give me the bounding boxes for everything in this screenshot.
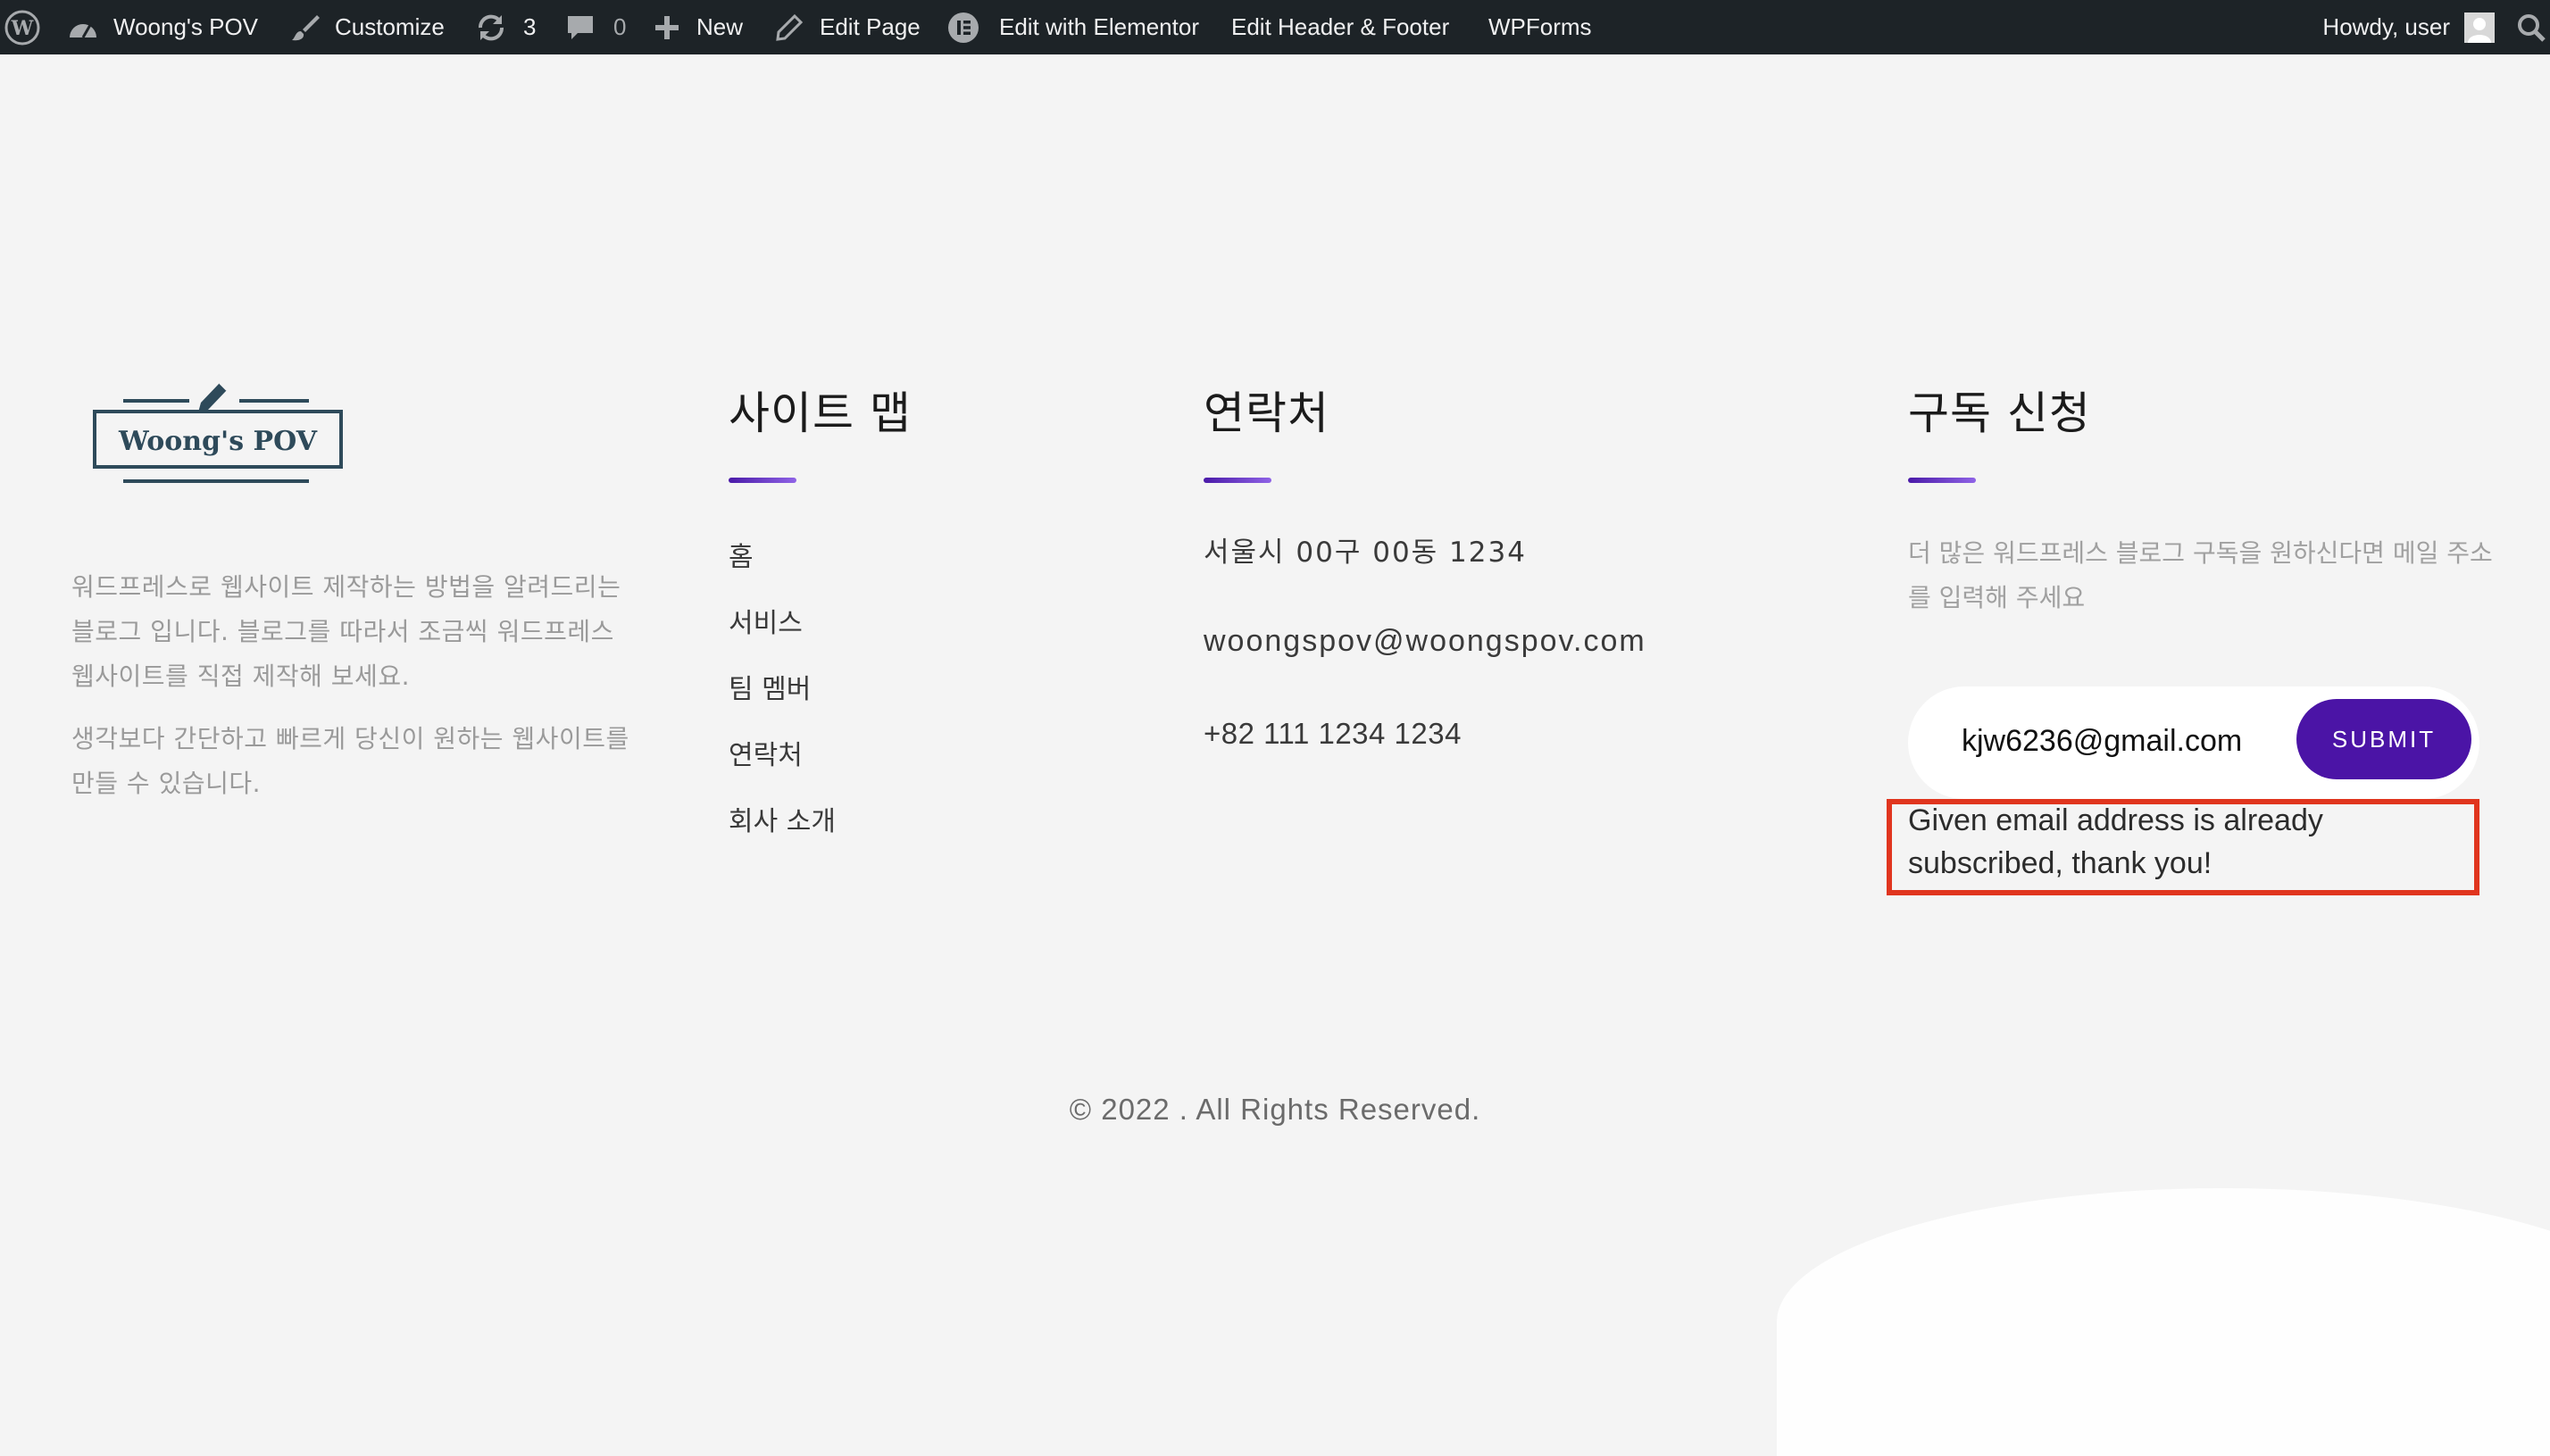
search-icon (2516, 12, 2546, 43)
about-paragraph-2: 생각보다 간단하고 빠르게 당신이 원하는 웹사이트를 만들 수 있습니다. (71, 724, 629, 798)
subscribe-description: 더 많은 워드프레스 블로그 구독을 원하신다면 메일 주소를 입력해 주세요 (1908, 538, 2493, 612)
copyright-text: © 2022 . All Rights Reserved. (1069, 1093, 1481, 1126)
contact-accent-line (1204, 478, 1271, 483)
edit-elementor-label: Edit with Elementor (999, 13, 1199, 40)
sitemap-link-about[interactable]: 회사 소개 (729, 799, 836, 838)
sitemap-link-team[interactable]: 팀 멤버 (729, 667, 811, 706)
pencil-icon (775, 13, 804, 42)
subscribe-form: SUBMIT (1908, 686, 2479, 799)
search-button[interactable] (2516, 0, 2546, 54)
avatar-icon (2464, 12, 2495, 43)
admin-bar: W Woong's POV Customize 3 0 New Edit Pag… (0, 0, 2550, 54)
sitemap-link-home[interactable]: 홈 (729, 535, 754, 574)
edit-header-footer-label: Edit Header & Footer (1231, 13, 1450, 40)
logo-text: Woong's POV (118, 426, 318, 457)
sitemap-link-contact[interactable]: 연락처 (729, 733, 803, 772)
refresh-icon (475, 12, 507, 43)
comments-count: 0 (613, 13, 627, 40)
decorative-shape (1777, 1188, 2550, 1456)
subscription-message: Given email address is already subscribe… (1908, 803, 2323, 880)
subscribe-accent-line (1908, 478, 1976, 483)
updates-count: 3 (523, 13, 537, 40)
about-paragraph-1: 워드프레스로 웹사이트 제작하는 방법을 알려드리는 블로그 입니다. 블로그를… (71, 572, 621, 691)
customize-button[interactable]: Customize (290, 0, 445, 54)
edit-page-button[interactable]: Edit Page (775, 0, 921, 54)
about-column: 워드프레스로 웹사이트 제작하는 방법을 알려드리는 블로그 입니다. 블로그를… (71, 565, 636, 806)
new-label: New (696, 13, 744, 40)
sitemap-link-services[interactable]: 서비스 (729, 601, 803, 640)
svg-text:W: W (11, 17, 34, 40)
updates-button[interactable]: 3 (475, 0, 536, 54)
site-name-menu[interactable]: Woong's POV (67, 0, 258, 54)
wordpress-menu[interactable]: W (0, 0, 45, 54)
plus-icon (654, 14, 680, 41)
dashboard-icon (67, 14, 99, 41)
contact-heading: 연락처 (1204, 387, 1329, 439)
elementor-icon (947, 12, 979, 44)
edit-page-label: Edit Page (820, 13, 921, 40)
comment-icon (565, 13, 596, 42)
howdy-label: Howdy, user (2322, 13, 2450, 40)
contact-phone-link[interactable]: +82 111 1234 1234 (1204, 717, 1462, 751)
site-name-label: Woong's POV (113, 13, 259, 40)
subscribe-heading: 구독 신청 (1908, 387, 2091, 439)
wordpress-icon: W (4, 10, 40, 46)
edit-elementor-button[interactable]: Edit with Elementor (947, 0, 1199, 54)
user-account-menu[interactable]: Howdy, user (2322, 0, 2495, 54)
paintbrush-icon (290, 12, 321, 43)
logo-graphic: Woong's POV (93, 382, 343, 483)
sitemap-accent-line (729, 478, 796, 483)
contact-address: 서울시 00구 00동 1234 (1204, 537, 1527, 569)
new-content-button[interactable]: New (654, 0, 743, 54)
wpforms-label: WPForms (1488, 13, 1592, 40)
contact-email-link[interactable]: woongspov@woongspov.com (1204, 624, 1646, 659)
admin-bar-right: Howdy, user (2322, 0, 2550, 54)
sitemap-heading: 사이트 맵 (729, 387, 912, 439)
customize-label: Customize (335, 13, 445, 40)
comments-button[interactable]: 0 (565, 0, 626, 54)
site-footer: Woong's POV 워드프레스로 웹사이트 제작하는 방법을 알려드리는 블… (0, 54, 2550, 1456)
edit-header-footer-button[interactable]: Edit Header & Footer (1231, 0, 1449, 54)
site-logo[interactable]: Woong's POV (89, 372, 348, 497)
subscribe-email-input[interactable] (1962, 713, 2283, 769)
subscribe-submit-button[interactable]: SUBMIT (2296, 699, 2471, 779)
wpforms-button[interactable]: WPForms (1488, 0, 1592, 54)
